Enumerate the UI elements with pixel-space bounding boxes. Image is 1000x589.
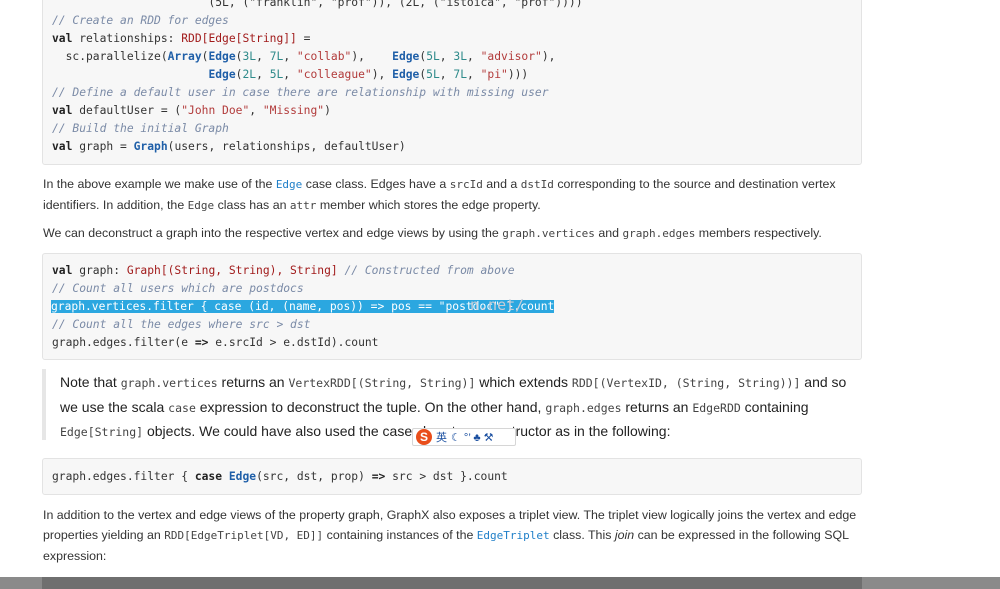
- paragraph-triplet-view: In addition to the vertex and edge views…: [43, 508, 857, 563]
- code-line: val graph: Graph[(String, String), Strin…: [52, 264, 515, 277]
- code-block-edge-case: graph.edges.filter { case Edge(src, dst,…: [42, 458, 862, 495]
- code-line: graph.edges.filter(e => e.srcId > e.dstI…: [52, 336, 379, 349]
- code-comment: // Count all users which are postdocs: [52, 282, 304, 295]
- ime-toolbar[interactable]: S 英 ☾ °’ ♣ ⚒: [412, 428, 516, 446]
- inline-code-link[interactable]: EdgeTriplet: [477, 529, 550, 542]
- code-line: (5L, ("franklin", "prof")), (2L, ("istoi…: [208, 0, 583, 9]
- ime-tools-icons[interactable]: ☾ °’ ♣ ⚒: [451, 431, 494, 444]
- code-block-graph-construction: (5L, ("franklin", "prof")), (2L, ("istoi…: [42, 0, 862, 165]
- code-line: val graph = Graph(users, relationships, …: [52, 140, 406, 153]
- paragraph-edge-class: In the above example we make use of the …: [43, 177, 836, 212]
- code-line: val defaultUser = ("John Doe", "Missing"…: [52, 104, 331, 117]
- code-comment: // Define a default user in case there a…: [52, 86, 549, 99]
- code-block-vertices-edges: val graph: Graph[(String, String), Strin…: [42, 253, 862, 360]
- code-line: graph.edges.filter { case Edge(src, dst,…: [52, 470, 508, 483]
- code-comment: // Count all the edges where src > dst: [52, 318, 311, 331]
- code-line: Edge(2L, 5L, "colleague"), Edge(5L, 7L, …: [208, 68, 529, 81]
- inline-code-link[interactable]: Edge: [276, 178, 303, 191]
- code-comment: // Build the initial Graph: [52, 122, 229, 135]
- code-line: sc.parallelize(Array(Edge(3L, 7L, "colla…: [52, 50, 556, 63]
- next-code-block-edge: [42, 577, 862, 589]
- code-comment: // Create an RDD for edges: [52, 14, 229, 27]
- paragraph-deconstruct: We can deconstruct a graph into the resp…: [43, 226, 822, 240]
- watermark-text: n.net/: [470, 296, 525, 314]
- sogou-logo-icon[interactable]: S: [416, 429, 432, 445]
- ime-language-toggle[interactable]: 英: [436, 429, 447, 445]
- code-line: val relationships: RDD[Edge[String]] =: [52, 32, 311, 45]
